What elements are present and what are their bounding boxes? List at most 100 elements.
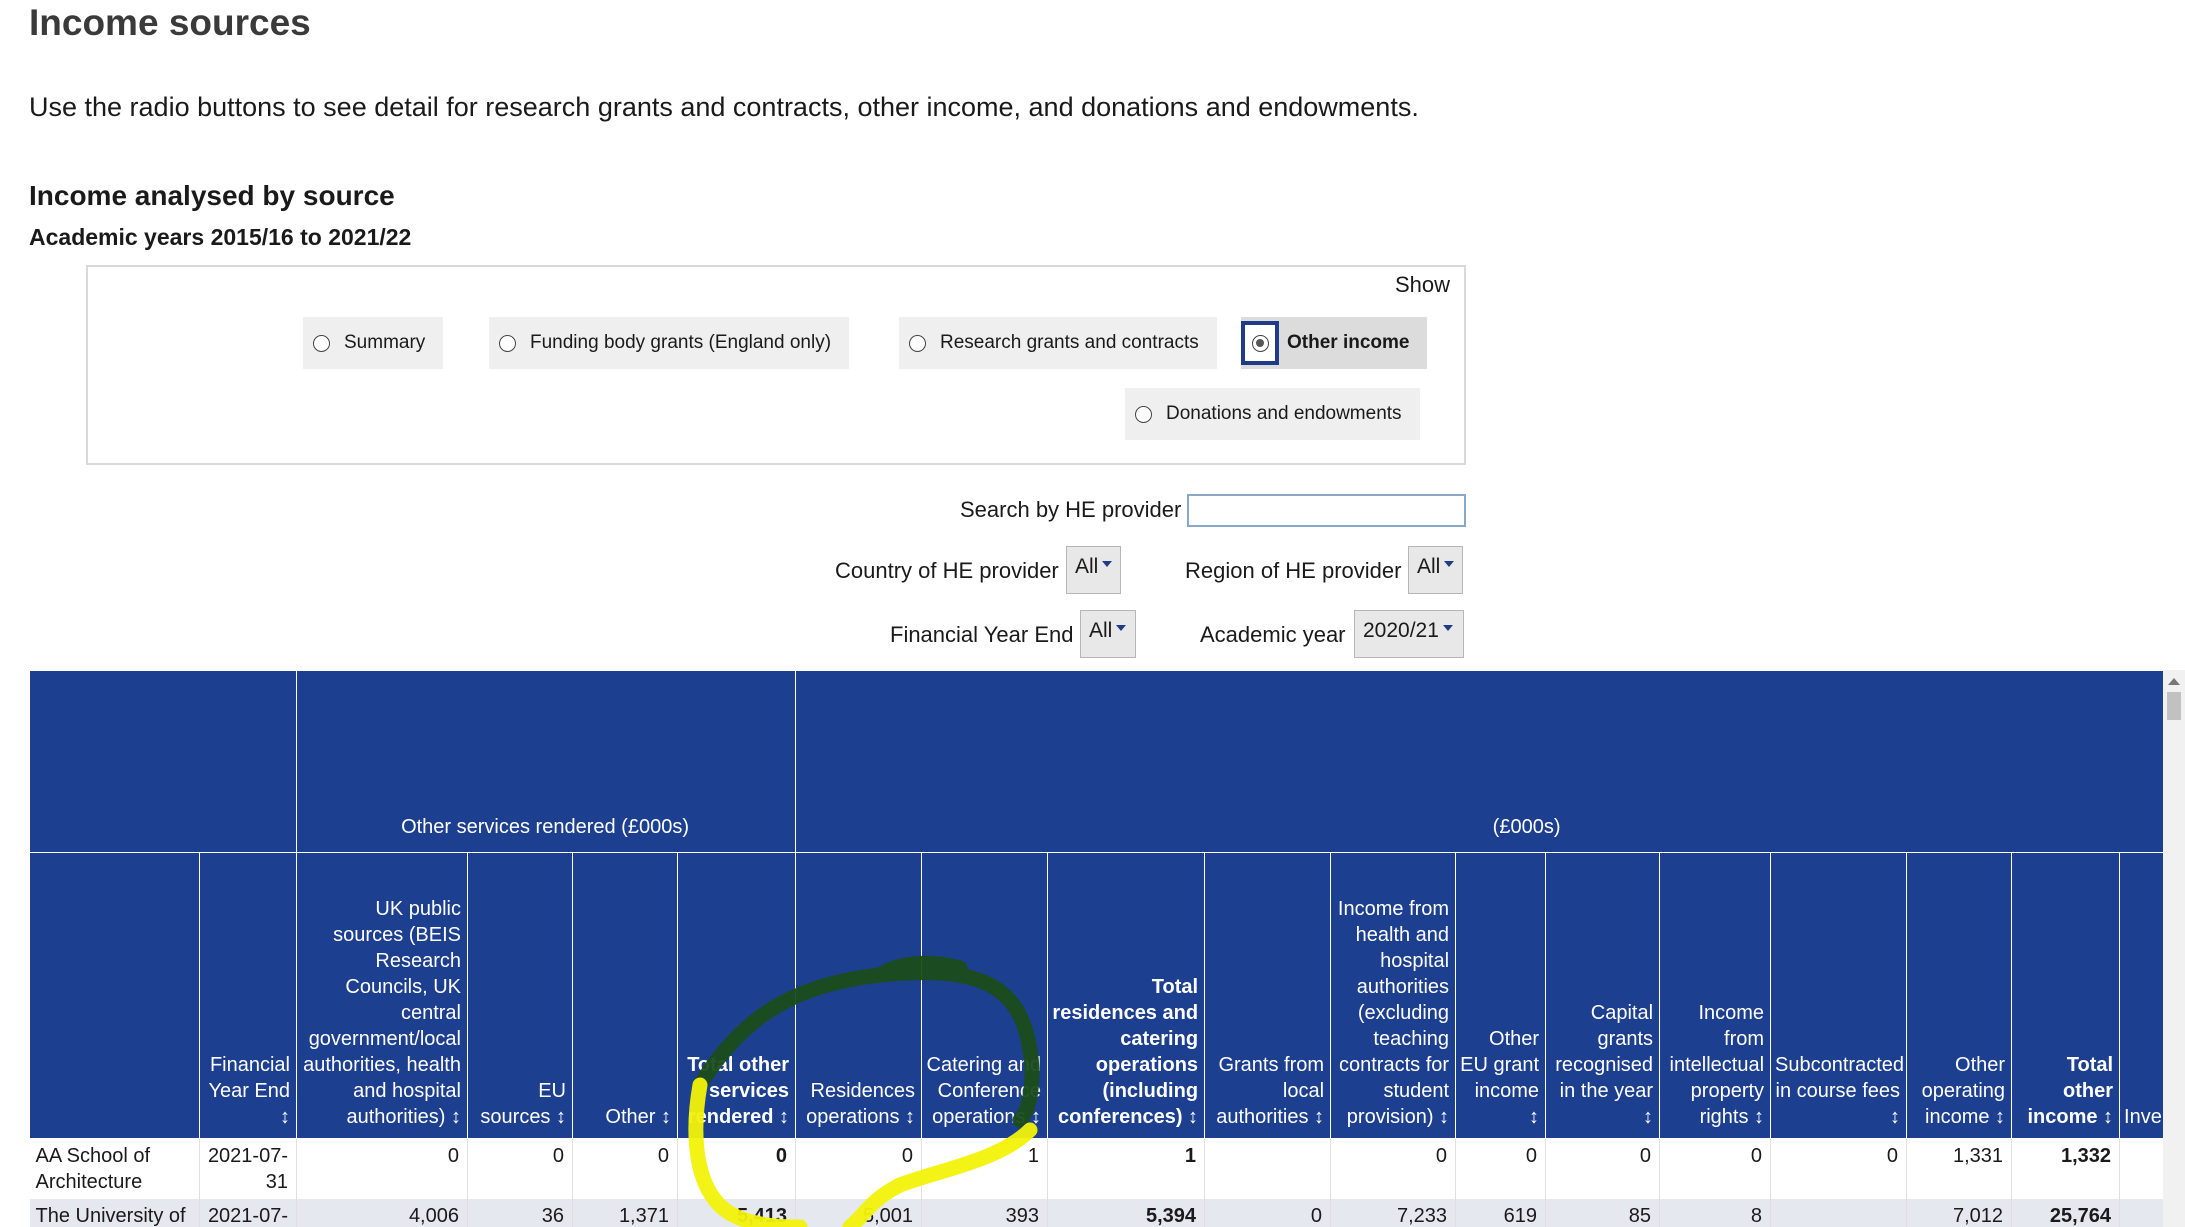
col-header-uk-public-sources[interactable]: UK public sources (BEIS Research Council… bbox=[296, 852, 468, 1139]
col-header-ip-income[interactable]: Income from intellectual property rights… bbox=[1659, 852, 1772, 1139]
radio-research-grants[interactable]: Research grants and contracts bbox=[899, 317, 1217, 369]
group-header-000s: (£000s) bbox=[795, 670, 2164, 853]
radio-summary[interactable]: Summary bbox=[303, 317, 444, 369]
col-header-residences-operations[interactable]: Residences operations ↕ bbox=[795, 852, 923, 1139]
fye-select-value: All bbox=[1089, 619, 1113, 642]
col-header-total-other-income[interactable]: Total other income ↕ bbox=[2011, 852, 2121, 1139]
col-header-other-eu-grant[interactable]: Other EU grant income ↕ bbox=[1455, 852, 1547, 1139]
table-row: The University of 2021-07- 4,006 36 1,37… bbox=[29, 1199, 2164, 1227]
cell: 36 bbox=[467, 1199, 573, 1227]
cell: 5,413 bbox=[677, 1199, 797, 1227]
chevron-down-icon bbox=[1116, 625, 1127, 631]
search-provider-input[interactable] bbox=[1187, 494, 1466, 527]
region-select[interactable]: All bbox=[1408, 546, 1463, 594]
academic-year-select[interactable]: 2020/21 bbox=[1354, 610, 1464, 658]
cell: 0 bbox=[467, 1138, 573, 1199]
radio-button-icon[interactable] bbox=[909, 334, 926, 352]
cell bbox=[2119, 1138, 2164, 1199]
page-title: Income sources bbox=[29, 2, 311, 43]
cell: 1,371 bbox=[572, 1199, 678, 1227]
academic-year-select-value: 2020/21 bbox=[1363, 619, 1439, 642]
income-table-container: Other services rendered (£000s) (£000s) … bbox=[29, 670, 2164, 1227]
cell: 7,012 bbox=[1906, 1199, 2013, 1227]
cell: 0 bbox=[1545, 1138, 1661, 1199]
col-header-subcontracted-fees[interactable]: Subcontracted in course fees ↕ bbox=[1770, 852, 1908, 1139]
radio-other-income[interactable]: Other income bbox=[1241, 317, 1428, 369]
col-header-other[interactable]: Other ↕ bbox=[572, 852, 678, 1139]
col-header-financial-year-end[interactable]: Financial Year End ↕ bbox=[199, 852, 297, 1139]
radio-label: Funding body grants (England only) bbox=[530, 332, 832, 353]
col-header-grants-local-authorities[interactable]: Grants from local authorities ↕ bbox=[1204, 852, 1332, 1139]
col-header-other-operating-income[interactable]: Other operating income ↕ bbox=[1906, 852, 2013, 1139]
radio-label: Donations and endowments bbox=[1166, 403, 1402, 424]
cell: 0 bbox=[1659, 1138, 1772, 1199]
search-label: Search by HE provider bbox=[960, 497, 1182, 522]
cell bbox=[1204, 1138, 1332, 1199]
cell: 8 bbox=[1659, 1199, 1772, 1227]
radio-focus-ring[interactable] bbox=[1241, 321, 1279, 365]
region-select-value: All bbox=[1417, 555, 1441, 578]
cell: 2021-07-31 bbox=[199, 1138, 297, 1199]
col-header-catering-conference[interactable]: Catering and Conference operations ↕ bbox=[921, 852, 1049, 1139]
cell bbox=[1770, 1199, 1908, 1227]
col-header-capital-grants[interactable]: Capital grants recognised in the year ↕ bbox=[1545, 852, 1661, 1139]
col-header-eu-sources[interactable]: EU sources ↕ bbox=[467, 852, 573, 1139]
cell: 7,233 bbox=[1330, 1199, 1457, 1227]
section-subtitle: Academic years 2015/16 to 2021/22 bbox=[29, 224, 412, 250]
chevron-down-icon bbox=[1102, 561, 1113, 567]
cell: 393 bbox=[921, 1199, 1049, 1227]
radio-button-icon[interactable] bbox=[1135, 405, 1152, 423]
cell: 85 bbox=[1545, 1199, 1661, 1227]
group-header-other-services: Other services rendered (£000s) bbox=[295, 670, 797, 853]
cell: 1 bbox=[1047, 1138, 1206, 1199]
col-header-investment-income[interactable]: Inve in bbox=[2119, 852, 2164, 1139]
chevron-down-icon bbox=[1444, 561, 1455, 567]
radio-selected-icon[interactable] bbox=[1251, 334, 1269, 352]
year-label: Academic year bbox=[1200, 622, 1346, 647]
cell: 5,394 bbox=[1047, 1199, 1206, 1227]
table-row: AA School of Architecture 2021-07-31 0 0… bbox=[29, 1138, 2164, 1199]
cell: 1 bbox=[921, 1138, 1049, 1199]
cell: 0 bbox=[1770, 1138, 1908, 1199]
radio-button-icon[interactable] bbox=[313, 334, 330, 352]
col-header-total-residences-catering[interactable]: Total residences and catering operations… bbox=[1047, 852, 1206, 1139]
table-scrollbar[interactable] bbox=[2163, 670, 2185, 1227]
radio-donations-endowments[interactable]: Donations and endowments bbox=[1125, 388, 1420, 440]
region-label: Region of HE provider bbox=[1185, 558, 1402, 583]
section-title: Income analysed by source bbox=[29, 180, 395, 211]
scroll-up-arrow-icon[interactable] bbox=[2168, 678, 2180, 685]
cell: 1,332 bbox=[2011, 1138, 2121, 1199]
cell: 0 bbox=[795, 1138, 923, 1199]
scrollbar-thumb[interactable] bbox=[2167, 692, 2181, 720]
cell: 1,331 bbox=[1906, 1138, 2013, 1199]
cell: 4,006 bbox=[296, 1199, 468, 1227]
cell-provider: AA School of Architecture bbox=[29, 1138, 200, 1199]
cell: 0 bbox=[296, 1138, 468, 1199]
fye-label: Financial Year End bbox=[890, 622, 1074, 647]
cell: 0 bbox=[1204, 1199, 1332, 1227]
col-header-health-hospital-income[interactable]: Income from health and hospital authorit… bbox=[1330, 852, 1457, 1139]
show-options-panel: Show Summary Funding body grants (Englan… bbox=[86, 265, 1466, 465]
cell: 5,001 bbox=[795, 1199, 923, 1227]
radio-button-icon[interactable] bbox=[499, 334, 516, 352]
cell: 0 bbox=[572, 1138, 678, 1199]
cell: 2021-07- bbox=[199, 1199, 297, 1227]
radio-label: Other income bbox=[1287, 332, 1410, 353]
cell-provider: The University of bbox=[29, 1199, 200, 1227]
country-label: Country of HE provider bbox=[835, 558, 1059, 583]
country-select[interactable]: All bbox=[1066, 546, 1121, 594]
cell: 0 bbox=[677, 1138, 797, 1199]
country-select-value: All bbox=[1075, 555, 1099, 578]
radio-label: Research grants and contracts bbox=[940, 332, 1199, 353]
cell bbox=[2119, 1199, 2164, 1227]
intro-text: Use the radio buttons to see detail for … bbox=[29, 92, 1419, 122]
cell: 25,764 bbox=[2011, 1199, 2121, 1227]
show-label: Show bbox=[1394, 272, 1450, 297]
fye-select[interactable]: All bbox=[1080, 610, 1136, 658]
chevron-down-icon bbox=[1442, 625, 1453, 631]
group-header-blank bbox=[29, 670, 297, 853]
col-header-total-other-services[interactable]: Total other services rendered ↕ bbox=[676, 852, 797, 1139]
income-table: Other services rendered (£000s) (£000s) … bbox=[29, 670, 2164, 1227]
cell: 0 bbox=[1455, 1138, 1547, 1199]
radio-funding-body-grants[interactable]: Funding body grants (England only) bbox=[489, 317, 850, 369]
